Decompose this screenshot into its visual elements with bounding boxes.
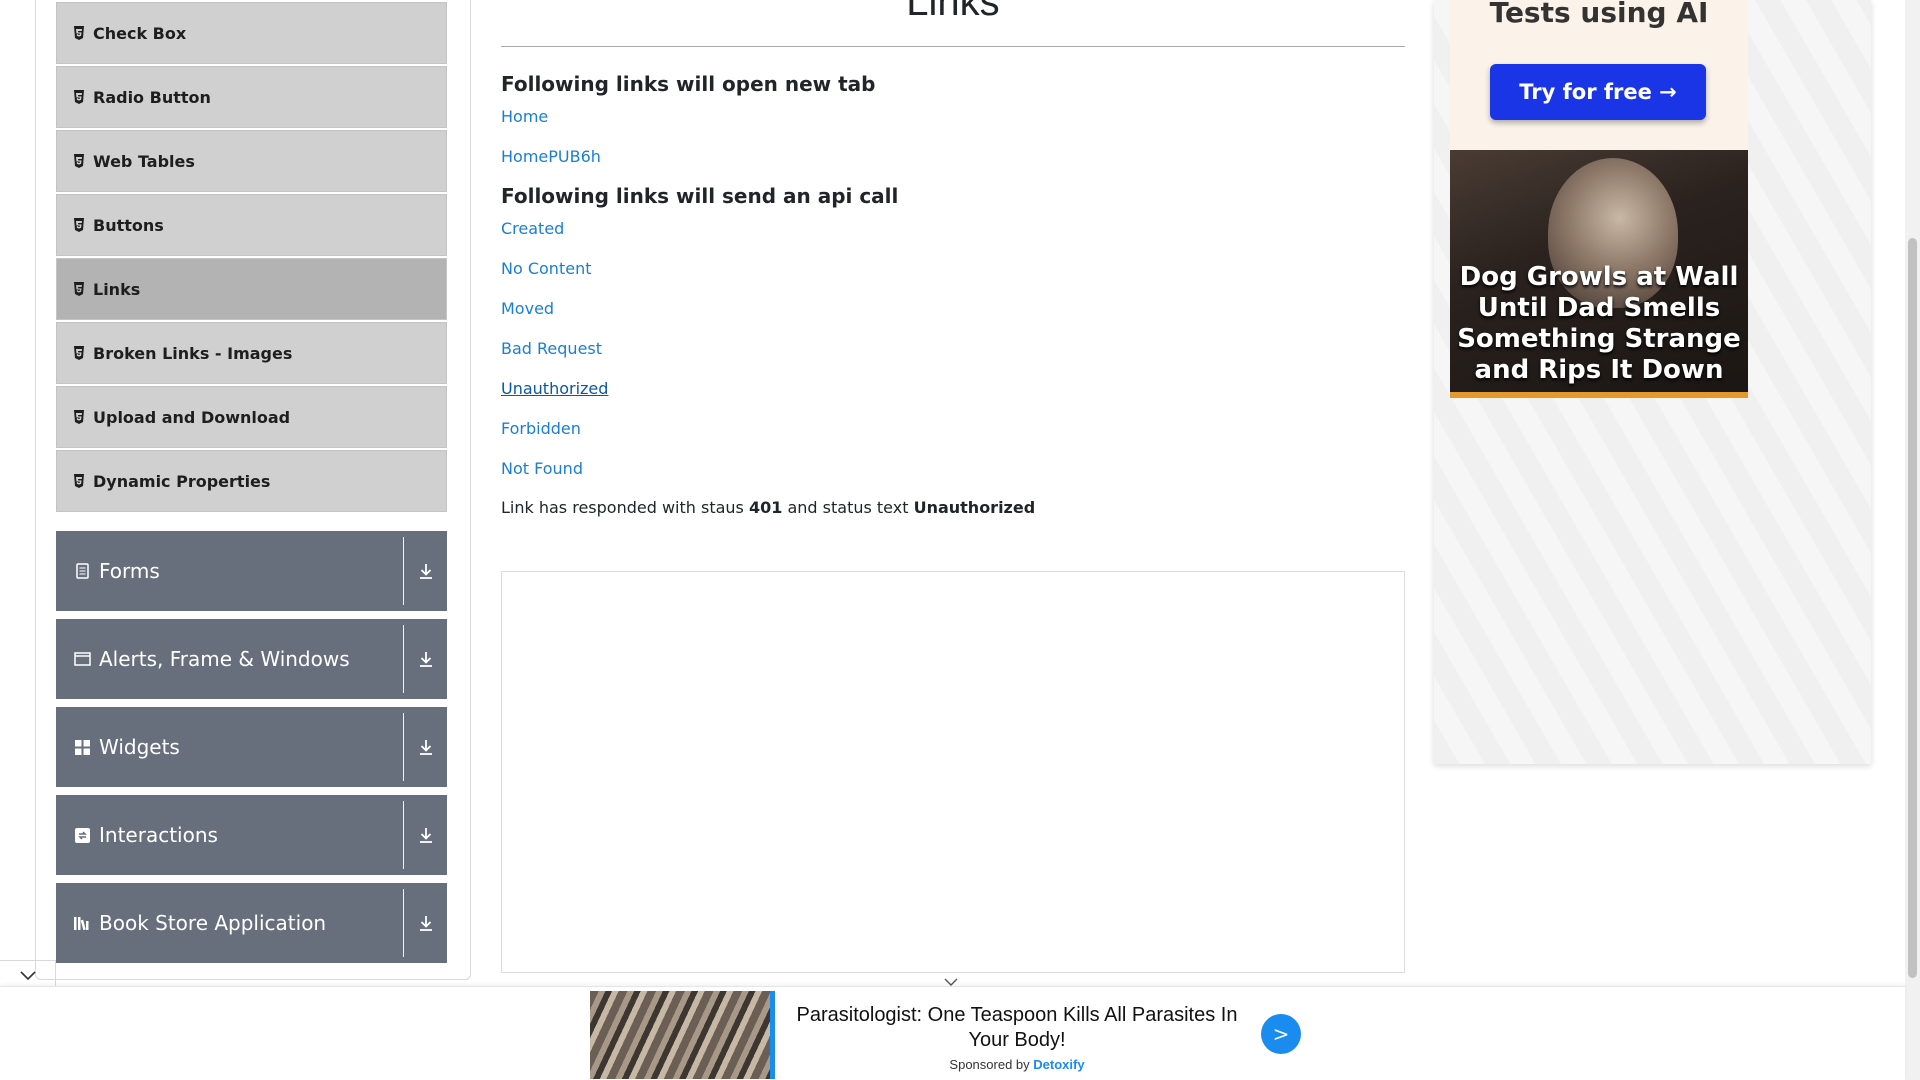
- html5-icon: [71, 218, 87, 232]
- interactions-icon: [73, 827, 91, 843]
- sidebar-group-alerts[interactable]: Alerts, Frame & Windows: [56, 619, 447, 699]
- ad-next-button[interactable]: >: [1261, 1014, 1301, 1054]
- sidebar-item-label: Dynamic Properties: [93, 471, 271, 491]
- widgets-icon: [73, 739, 91, 755]
- sidebar-group-book-store[interactable]: Book Store Application: [56, 883, 447, 963]
- link-response: Link has responded with staus 401 and st…: [501, 498, 1035, 517]
- sidebar-group-label: Widgets: [99, 735, 180, 759]
- response-status-text: Unauthorized: [913, 498, 1036, 517]
- sidebar-item-label: Web Tables: [93, 151, 195, 171]
- ad-image[interactable]: Dog Growls at Wall Until Dad Smells Some…: [1450, 150, 1748, 398]
- sidebar-item-check-box[interactable]: Check Box: [56, 2, 447, 64]
- html5-icon: [71, 346, 87, 360]
- link-bad-request[interactable]: Bad Request: [501, 339, 602, 358]
- sidebar-group-label: Interactions: [99, 823, 218, 847]
- divider: [501, 46, 1405, 47]
- bottom-advertisement[interactable]: Parasitologist: One Teaspoon Kills All P…: [0, 986, 1905, 1080]
- sponsored-label: Sponsored by: [949, 1057, 1030, 1072]
- sidebar-item-label: Check Box: [93, 23, 187, 43]
- sidebar-item-upload-download[interactable]: Upload and Download: [56, 386, 447, 448]
- ad-headline[interactable]: Parasitologist: One Teaspoon Kills All P…: [782, 1003, 1252, 1053]
- elements-submenu: Check Box Radio Button Web Tables Button…: [56, 2, 447, 514]
- sidebar-group-forms[interactable]: Forms: [56, 531, 447, 611]
- html5-icon: [71, 90, 87, 104]
- chevron-down-icon: [19, 966, 36, 985]
- sidebar-item-label: Upload and Download: [93, 407, 291, 427]
- form-icon: [73, 563, 91, 579]
- sidebar-item-links[interactable]: Links: [56, 258, 447, 320]
- download-icon[interactable]: [404, 795, 447, 875]
- scrollbar-thumb[interactable]: [1908, 238, 1917, 978]
- ad-placeholder: [501, 571, 1405, 973]
- html5-icon: [71, 474, 87, 488]
- response-middle: and status text: [787, 498, 909, 517]
- response-prefix: Link has responded with staus: [501, 498, 744, 517]
- sidebar-item-radio-button[interactable]: Radio Button: [56, 66, 447, 128]
- sidebar-item-label: Radio Button: [93, 87, 211, 107]
- link-no-content[interactable]: No Content: [501, 259, 591, 278]
- response-status-code: 401: [748, 498, 783, 517]
- link-unauthorized[interactable]: Unauthorized: [501, 379, 608, 398]
- api-call-heading: Following links will send an api call: [501, 184, 899, 208]
- download-icon[interactable]: [404, 883, 447, 963]
- sidebar-item-label: Buttons: [93, 215, 164, 235]
- sidebar-group-label: Forms: [99, 559, 160, 583]
- sidebar-group-label: Book Store Application: [99, 911, 327, 935]
- link-forbidden[interactable]: Forbidden: [501, 419, 581, 438]
- link-home-dynamic[interactable]: HomePUB6h: [501, 147, 601, 166]
- book-icon: [73, 915, 91, 931]
- ad-banner: Tests using AI Try for free →: [1450, 0, 1748, 150]
- ad-thumbnail[interactable]: [590, 991, 775, 1079]
- sidebar-item-buttons[interactable]: Buttons: [56, 194, 447, 256]
- link-moved[interactable]: Moved: [501, 299, 554, 318]
- sidebar-item-dynamic-properties[interactable]: Dynamic Properties: [56, 450, 447, 512]
- ad-headline: Tests using AI: [1489, 0, 1709, 29]
- sidebar-group-label: Alerts, Frame & Windows: [99, 647, 350, 671]
- download-icon[interactable]: [404, 619, 447, 699]
- html5-icon: [71, 154, 87, 168]
- try-for-free-button[interactable]: Try for free →: [1490, 64, 1706, 120]
- link-created[interactable]: Created: [501, 219, 564, 238]
- sponsor-name[interactable]: Detoxify: [1033, 1057, 1084, 1072]
- download-icon[interactable]: [404, 707, 447, 787]
- link-not-found[interactable]: Not Found: [501, 459, 583, 478]
- sidebar-group-widgets[interactable]: Widgets: [56, 707, 447, 787]
- sidebar-group-interactions[interactable]: Interactions: [56, 795, 447, 875]
- html5-icon: [71, 410, 87, 424]
- html5-icon: [71, 282, 87, 296]
- html5-icon: [71, 26, 87, 40]
- page-title: Links: [906, 0, 1000, 24]
- new-tab-heading: Following links will open new tab: [501, 72, 876, 96]
- download-icon[interactable]: [404, 531, 447, 611]
- sidebar-item-label: Links: [93, 279, 141, 299]
- ad-image-caption: Dog Growls at Wall Until Dad Smells Some…: [1457, 262, 1741, 385]
- sidebar-item-web-tables[interactable]: Web Tables: [56, 130, 447, 192]
- right-advertisement[interactable]: Tests using AI Try for free → Dog Growls…: [1434, 0, 1871, 764]
- page-scrollbar[interactable]: [1905, 0, 1920, 1080]
- link-home[interactable]: Home: [501, 107, 548, 126]
- window-icon: [73, 652, 91, 666]
- sidebar-item-broken-links[interactable]: Broken Links - Images: [56, 322, 447, 384]
- ad-sponsor-line: Sponsored by Detoxify: [782, 1057, 1252, 1072]
- sidebar-item-label: Broken Links - Images: [93, 343, 293, 363]
